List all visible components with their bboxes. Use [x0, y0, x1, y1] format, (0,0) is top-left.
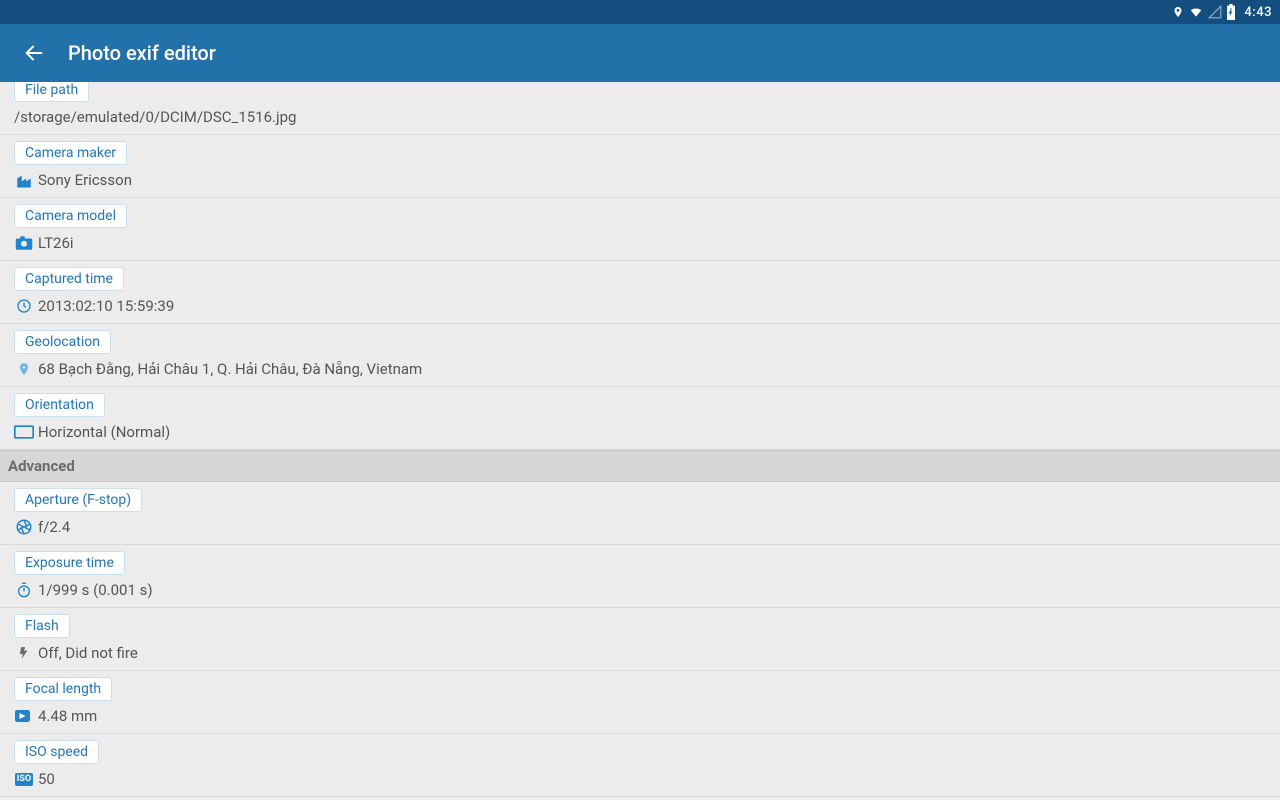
orientation-icon	[14, 425, 34, 439]
field-value: Horizontal (Normal)	[38, 421, 170, 443]
focal-length-icon	[14, 708, 34, 724]
flash-icon	[14, 644, 34, 662]
field-value: /storage/emulated/0/DCIM/DSC_1516.jpg	[14, 106, 296, 128]
field-file-path[interactable]: File path /storage/emulated/0/DCIM/DSC_1…	[0, 82, 1280, 135]
field-value: Sony Ericsson	[38, 169, 132, 191]
field-geolocation[interactable]: Geolocation 68 Bạch Đằng, Hải Châu 1, Q.…	[0, 324, 1280, 387]
field-flash[interactable]: Flash Off, Did not fire	[0, 608, 1280, 671]
field-aperture[interactable]: Aperture (F-stop) f/2.4	[0, 482, 1280, 545]
field-focal-length[interactable]: Focal length 4.48 mm	[0, 671, 1280, 734]
field-orientation[interactable]: Orientation Horizontal (Normal)	[0, 387, 1280, 450]
field-value: 1/999 s (0.001 s)	[38, 579, 153, 601]
field-captured-time[interactable]: Captured time 2013:02:10 15:59:39	[0, 261, 1280, 324]
arrow-left-icon	[23, 42, 45, 64]
field-label: Captured time	[14, 267, 124, 291]
action-bar: Photo exif editor	[0, 24, 1280, 82]
field-value: 2013:02:10 15:59:39	[38, 295, 174, 317]
field-value: 68 Bạch Đằng, Hải Châu 1, Q. Hải Châu, Đ…	[38, 358, 422, 380]
field-exposure[interactable]: Exposure time 1/999 s (0.001 s)	[0, 545, 1280, 608]
field-value: 4.48 mm	[38, 705, 97, 727]
field-value: LT26i	[38, 232, 74, 254]
clock-icon	[14, 298, 34, 314]
aperture-icon	[14, 518, 34, 536]
field-label: Camera model	[14, 204, 127, 228]
back-button[interactable]	[16, 35, 52, 71]
pin-icon	[14, 360, 34, 378]
field-label: Flash	[14, 614, 70, 638]
factory-icon	[14, 172, 34, 188]
field-iso[interactable]: ISO speed ISO 50	[0, 734, 1280, 797]
iso-icon: ISO	[14, 773, 34, 786]
section-advanced: Advanced	[0, 450, 1280, 482]
field-camera-maker[interactable]: Camera maker Sony Ericsson	[0, 135, 1280, 198]
field-label: Geolocation	[14, 330, 111, 354]
page-title: Photo exif editor	[68, 41, 216, 65]
stopwatch-icon	[14, 581, 34, 599]
status-bar: 4:43	[0, 0, 1280, 24]
wifi-icon	[1188, 5, 1204, 19]
field-label: Focal length	[14, 677, 112, 701]
location-icon	[1172, 5, 1184, 19]
field-value: f/2.4	[38, 516, 70, 538]
field-value: Off, Did not fire	[38, 642, 138, 664]
signal-icon	[1208, 5, 1222, 19]
status-clock: 4:43	[1244, 5, 1272, 20]
field-label: Orientation	[14, 393, 105, 417]
field-label: Aperture (F-stop)	[14, 488, 142, 512]
field-label: ISO speed	[14, 740, 99, 764]
content-scroll[interactable]: File path /storage/emulated/0/DCIM/DSC_1…	[0, 82, 1280, 800]
field-label: Camera maker	[14, 141, 127, 165]
field-label: Exposure time	[14, 551, 125, 575]
field-label: File path	[14, 82, 89, 102]
field-camera-model[interactable]: Camera model LT26i	[0, 198, 1280, 261]
battery-icon	[1226, 4, 1236, 20]
field-value: 50	[38, 768, 55, 790]
camera-icon	[14, 236, 34, 250]
